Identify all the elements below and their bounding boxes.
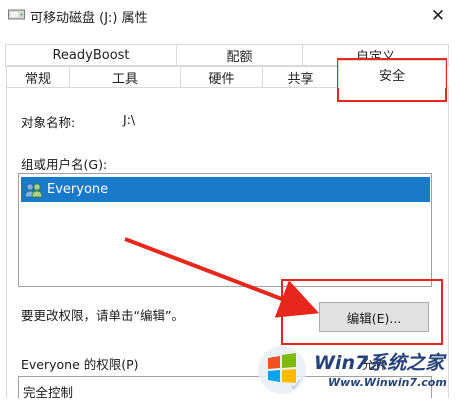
watermark-brand: Win7系统之家 (314, 352, 445, 374)
watermark-url: Www.Winwin7.com (328, 376, 447, 389)
watermark: Win7系统之家 Www.Winwin7.com (250, 344, 456, 398)
tab-security[interactable]: 安全 (338, 60, 446, 88)
arrow-shaft (124, 237, 320, 318)
windows-logo-icon (258, 346, 306, 394)
